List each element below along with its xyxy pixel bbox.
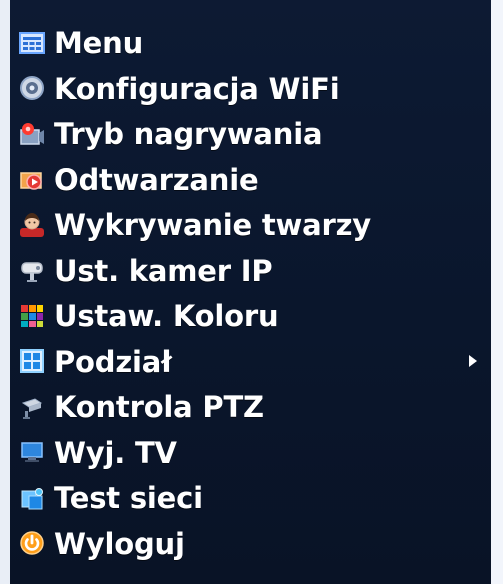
context-menu: Menu Konfiguracja WiFi Tryb nagrywania O… <box>18 20 480 566</box>
menu-item-menu[interactable]: Menu <box>18 20 480 66</box>
menu-item-label: Ustaw. Koloru <box>54 299 279 334</box>
menu-item-wifi-config[interactable]: Konfiguracja WiFi <box>18 66 480 112</box>
tv-output-icon <box>18 438 46 466</box>
face-detection-icon <box>18 211 46 239</box>
menu-item-label: Wyj. TV <box>54 435 177 470</box>
playback-icon <box>18 165 46 193</box>
right-edge-strip <box>491 0 503 584</box>
ptz-control-icon <box>18 393 46 421</box>
menu-icon <box>18 29 46 57</box>
menu-item-label: Ust. kamer IP <box>54 253 273 288</box>
context-menu-panel: Menu Konfiguracja WiFi Tryb nagrywania O… <box>10 0 491 584</box>
chevron-right-icon <box>466 352 480 370</box>
split-screen-icon <box>18 347 46 375</box>
record-mode-icon <box>18 120 46 148</box>
network-test-icon <box>18 484 46 512</box>
left-edge-strip <box>0 0 10 584</box>
menu-item-record-mode[interactable]: Tryb nagrywania <box>18 111 480 157</box>
menu-item-label: Wykrywanie twarzy <box>54 208 372 243</box>
menu-item-label: Tryb nagrywania <box>54 117 323 152</box>
logout-icon <box>18 529 46 557</box>
menu-item-label: Test sieci <box>54 481 203 516</box>
color-settings-icon <box>18 302 46 330</box>
ip-camera-icon <box>18 256 46 284</box>
menu-item-label: Kontrola PTZ <box>54 390 264 425</box>
menu-item-label: Menu <box>54 26 144 61</box>
menu-item-ip-camera[interactable]: Ust. kamer IP <box>18 248 480 294</box>
wifi-config-icon <box>18 74 46 102</box>
menu-item-tv-output[interactable]: Wyj. TV <box>18 430 480 476</box>
menu-item-color-settings[interactable]: Ustaw. Koloru <box>18 293 480 339</box>
menu-item-label: Konfiguracja WiFi <box>54 71 340 106</box>
menu-item-playback[interactable]: Odtwarzanie <box>18 157 480 203</box>
menu-item-label: Wyloguj <box>54 526 185 561</box>
menu-item-split-screen[interactable]: Podział <box>18 339 480 385</box>
menu-item-face-detection[interactable]: Wykrywanie twarzy <box>18 202 480 248</box>
screen: Menu Konfiguracja WiFi Tryb nagrywania O… <box>0 0 503 584</box>
menu-item-label: Podział <box>54 344 172 379</box>
menu-item-network-test[interactable]: Test sieci <box>18 475 480 521</box>
menu-item-ptz-control[interactable]: Kontrola PTZ <box>18 384 480 430</box>
menu-item-label: Odtwarzanie <box>54 162 259 197</box>
menu-item-logout[interactable]: Wyloguj <box>18 521 480 567</box>
